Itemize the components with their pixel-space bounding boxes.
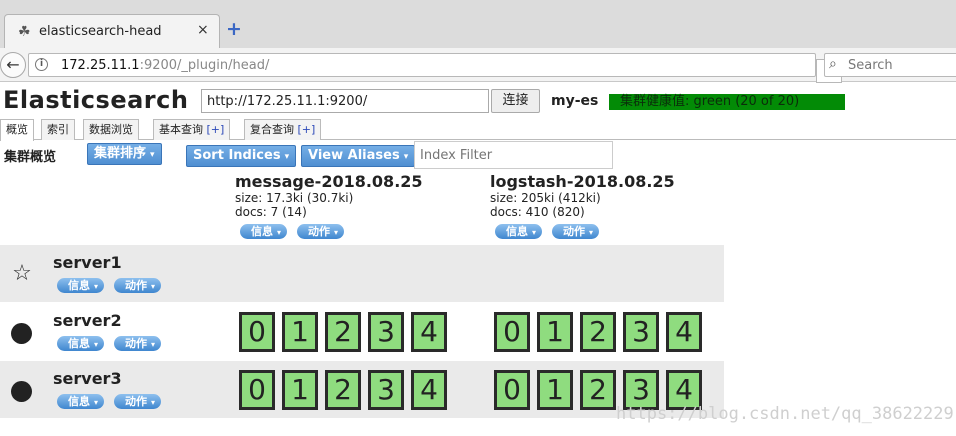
view-aliases-button[interactable]: View Aliases ▾ (301, 145, 416, 167)
sort-indices-button[interactable]: Sort Indices ▾ (186, 145, 297, 167)
shard-box[interactable]: 3 (623, 312, 659, 352)
index-header: logstash-2018.08.25 size: 205ki (412ki) … (490, 172, 730, 219)
connection-url-input[interactable] (201, 89, 489, 113)
shard-box[interactable]: 0 (239, 312, 275, 352)
circle-icon (11, 323, 32, 344)
shard-box[interactable]: 1 (537, 370, 573, 410)
node-info-button[interactable]: 信息 ▾ (57, 394, 105, 409)
sort-cluster-button[interactable]: 集群排序 ▾ (87, 143, 162, 165)
index-action-button[interactable]: 动作 ▾ (552, 224, 600, 239)
browser-tab[interactable]: ☘ elasticsearch-head × (4, 14, 220, 48)
info-icon[interactable]: i (35, 58, 48, 71)
node-action-button[interactable]: 动作 ▾ (114, 394, 162, 409)
shard-box[interactable]: 0 (494, 370, 530, 410)
chevron-down-icon: ▾ (284, 152, 290, 162)
search-icon: ⌕ (829, 56, 837, 72)
app-title: Elasticsearch (3, 86, 189, 114)
index-actions: 信息 ▾ 动作 ▾ (495, 224, 609, 239)
browser-navbar: ← i 172.25.11.1:9200/_plugin/head/ ↻ ⌕ S… (0, 48, 956, 83)
node-actions: 信息 ▾ 动作 ▾ (57, 336, 171, 351)
app-tabs: 概览 索引 数据浏览 基本查询 [+] 复合查询 [+] (0, 119, 956, 141)
cluster-name: my-es (551, 93, 599, 109)
index-docs: docs: 410 (820) (490, 205, 585, 219)
node-name: server3 (53, 369, 122, 388)
url-bar[interactable]: i 172.25.11.1:9200/_plugin/head/ ↻ (28, 53, 842, 83)
tab-overview[interactable]: 概览 (0, 119, 34, 141)
shard-box[interactable]: 2 (580, 312, 616, 352)
index-size: size: 205ki (412ki) (490, 191, 601, 205)
tab-compound-query[interactable]: 复合查询 [+] (244, 119, 322, 140)
search-input[interactable]: ⌕ Search (824, 53, 956, 77)
shard-box[interactable]: 4 (411, 370, 447, 410)
chevron-down-icon: ▾ (403, 152, 409, 162)
shard-box[interactable]: 0 (239, 370, 275, 410)
shard-box[interactable]: 2 (325, 370, 361, 410)
cluster-overview-label: 集群概览 (4, 150, 57, 165)
index-info-button[interactable]: 信息 ▾ (240, 224, 288, 239)
node-action-button[interactable]: 动作 ▾ (114, 278, 162, 293)
index-action-button[interactable]: 动作 ▾ (297, 224, 345, 239)
node-actions: 信息 ▾ 动作 ▾ (57, 394, 171, 409)
index-name: message-2018.08.25 (235, 172, 423, 191)
star-icon: ☆ (12, 261, 32, 286)
tab-basic-query[interactable]: 基本查询 [+] (153, 119, 231, 140)
circle-icon (11, 381, 32, 402)
index-info-button[interactable]: 信息 ▾ (495, 224, 543, 239)
index-docs: docs: 7 (14) (235, 205, 307, 219)
back-arrow-icon[interactable]: ← (0, 52, 26, 78)
tab-title: elasticsearch-head (39, 24, 162, 39)
node-info-button[interactable]: 信息 ▾ (57, 336, 105, 351)
index-size: size: 17.3ki (30.7ki) (235, 191, 354, 205)
shard-box[interactable]: 2 (580, 370, 616, 410)
shard-box[interactable]: 1 (537, 312, 573, 352)
node-action-button[interactable]: 动作 ▾ (114, 336, 162, 351)
shard-box[interactable]: 2 (325, 312, 361, 352)
node-name: server1 (53, 253, 122, 272)
node-info-button[interactable]: 信息 ▾ (57, 278, 105, 293)
browser-tabbar: ☘ elasticsearch-head × + (0, 0, 956, 48)
url-text: 172.25.11.1:9200/_plugin/head/ (61, 58, 270, 73)
index-actions: 信息 ▾ 动作 ▾ (240, 224, 354, 239)
shard-box[interactable]: 1 (282, 312, 318, 352)
search-placeholder: Search (848, 58, 893, 73)
shard-box[interactable]: 3 (368, 312, 404, 352)
connect-button[interactable]: 连接 (491, 89, 540, 113)
shard-box[interactable]: 4 (666, 312, 702, 352)
page-favicon-icon: ☘ (18, 24, 31, 40)
shard-box[interactable]: 1 (282, 370, 318, 410)
new-tab-icon[interactable]: + (226, 18, 242, 40)
shard-box[interactable]: 0 (494, 312, 530, 352)
tab-indices[interactable]: 索引 (41, 119, 75, 140)
node-row: ☆ server1 信息 ▾ 动作 ▾ (0, 245, 724, 302)
shard-box[interactable]: 4 (411, 312, 447, 352)
cluster-health-badge: 集群健康值: green (20 of 20) (609, 94, 845, 110)
chevron-down-icon: ▾ (150, 150, 155, 160)
shard-box[interactable]: 3 (368, 370, 404, 410)
node-name: server2 (53, 311, 122, 330)
watermark-text: https://blog.csdn.net/qq_38622229 (616, 404, 954, 424)
node-actions: 信息 ▾ 动作 ▾ (57, 278, 171, 293)
index-name: logstash-2018.08.25 (490, 172, 675, 191)
tab-close-icon[interactable]: × (197, 22, 209, 38)
index-filter-input[interactable] (414, 141, 613, 169)
tab-data-browser[interactable]: 数据浏览 (83, 119, 139, 140)
index-header: message-2018.08.25 size: 17.3ki (30.7ki)… (235, 172, 475, 219)
node-row: server2 信息 ▾ 动作 ▾ 0 1 2 3 4 0 1 2 3 4 (0, 303, 724, 360)
